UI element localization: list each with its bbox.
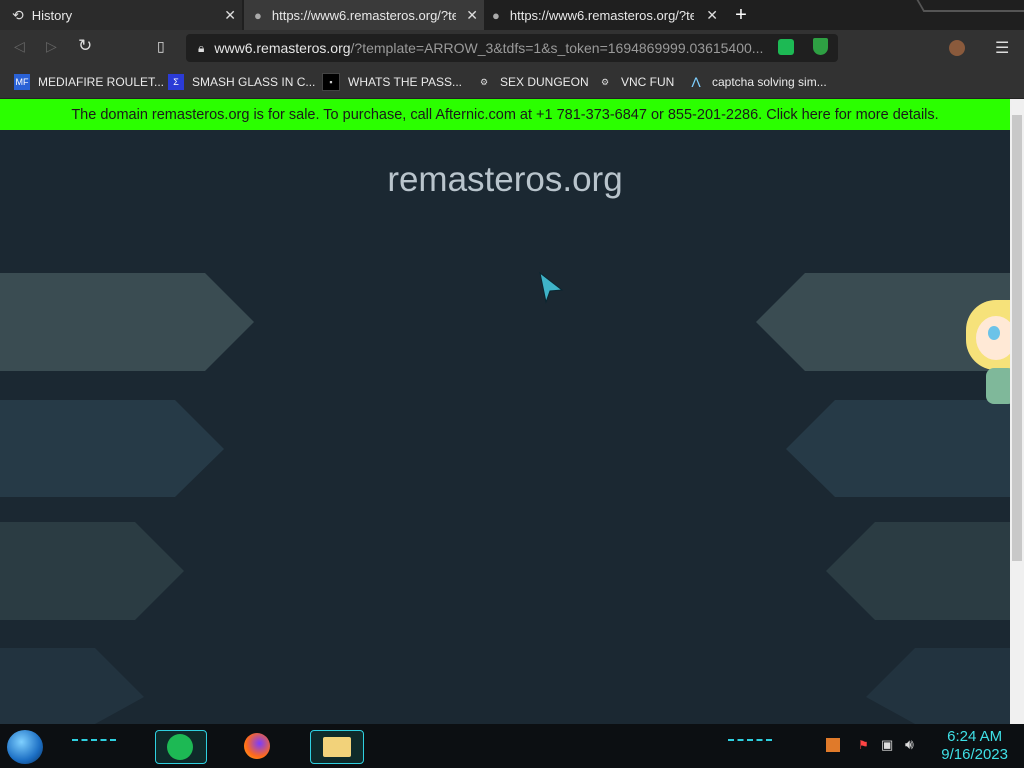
arrow-shape xyxy=(866,648,1010,724)
shield-icon[interactable] xyxy=(813,38,828,55)
forward-icon[interactable]: ▷ xyxy=(46,38,57,55)
tray-volume-icon[interactable]: 🔊︎ xyxy=(905,736,914,753)
bookmark-captcha[interactable]: Λ captcha solving sim... xyxy=(688,72,827,92)
bookmarks-bar: MF MEDIAFIRE ROULET... Σ SMASH GLASS IN … xyxy=(0,66,1024,99)
address-bar[interactable]: 🔒︎ www6.remasteros.org/?template=ARROW_3… xyxy=(186,34,838,62)
new-tab-button[interactable]: + xyxy=(731,5,751,25)
close-icon[interactable]: ✕ xyxy=(466,7,478,24)
taskbar-clock[interactable]: 6:24 AM 9/16/2023 xyxy=(941,728,1008,764)
bookmark-mediafire[interactable]: MF MEDIAFIRE ROULET... xyxy=(14,72,164,92)
bookmark-label: MEDIAFIRE ROULET... xyxy=(38,75,165,89)
tab-history[interactable]: ⟲ History ✕ xyxy=(0,0,242,30)
start-button[interactable] xyxy=(7,730,43,764)
arrow-shape xyxy=(826,522,1010,620)
address-domain: www6.remasteros.org xyxy=(214,40,351,56)
arrow-shape xyxy=(786,400,1010,497)
globe-icon: ● xyxy=(492,7,500,23)
explorer-task-button[interactable] xyxy=(310,730,364,764)
tab-bar: ⟲ History ✕ ● https://www6.remasteros.or… xyxy=(0,0,1024,30)
bookmark-vnc-fun[interactable]: ⚙ VNC FUN xyxy=(597,72,674,92)
clock-time: 6:24 AM xyxy=(947,728,1003,745)
firefox-task-button[interactable] xyxy=(240,729,274,763)
arrow-shape xyxy=(0,400,224,497)
bookmark-sex-dungeon[interactable]: ⚙ SEX DUNGEON xyxy=(476,72,589,92)
scrollbar[interactable] xyxy=(1010,99,1024,724)
bookmark-smash-glass[interactable]: Σ SMASH GLASS IN C... xyxy=(168,72,315,92)
domain-sale-banner[interactable]: The domain remasteros.org is for sale. T… xyxy=(0,99,1010,130)
folder-icon xyxy=(323,737,351,757)
clock-date: 9/16/2023 xyxy=(941,746,1008,763)
bookmark-label: SMASH GLASS IN C... xyxy=(192,75,316,89)
arrow-shape xyxy=(0,273,254,371)
globe-icon: ● xyxy=(254,7,262,23)
tray-error-icon[interactable]: ⚑ xyxy=(858,738,869,752)
lock-icon: 🔒︎ xyxy=(198,40,205,55)
tray-network-icon[interactable]: ▣ xyxy=(881,737,893,753)
bookmark-whats-the-pass[interactable]: ▪ WHATS THE PASS... xyxy=(322,72,462,92)
arrow-shape xyxy=(0,648,144,724)
avatar[interactable] xyxy=(949,40,965,56)
taskbar-deco-right xyxy=(728,739,772,747)
lambda-icon: Λ xyxy=(691,74,701,90)
mediafire-icon: MF xyxy=(14,74,30,90)
terminal-icon: ▪ xyxy=(322,73,340,91)
cursor-icon xyxy=(539,271,564,304)
taskbar-deco-left xyxy=(72,739,116,747)
tab-remasteros-1[interactable]: ● https://www6.remasteros.org/?tem ✕ xyxy=(244,0,484,30)
tab-title: https://www6.remasteros.org/?tem xyxy=(509,7,694,23)
tab-title: https://www6.remasteros.org/?tem xyxy=(271,7,456,23)
extension-icon-green[interactable] xyxy=(778,39,794,55)
bookmark-icon[interactable]: ▯ xyxy=(157,38,165,55)
taskbar: ⚑ ▣ 🔊︎ xyxy=(0,724,1024,768)
tray-flag-icon[interactable] xyxy=(826,738,840,752)
reload-icon[interactable]: ↻ xyxy=(78,36,92,56)
tab-remasteros-2[interactable]: ● https://www6.remasteros.org/?tem ✕ xyxy=(484,0,724,30)
close-icon[interactable]: ✕ xyxy=(706,7,718,24)
history-icon: ⟲ xyxy=(12,6,24,23)
bookmark-label: SEX DUNGEON xyxy=(500,75,589,89)
banner-text: The domain remasteros.org is for sale. T… xyxy=(71,106,939,123)
bookmark-label: captcha solving sim... xyxy=(712,75,827,89)
arrow-shape xyxy=(0,522,184,620)
scrollbar-thumb[interactable] xyxy=(1012,115,1022,561)
spotify-icon xyxy=(167,734,193,760)
badge-icon: ⚙ xyxy=(600,76,610,87)
back-icon[interactable]: ◁ xyxy=(14,38,25,55)
bookmark-label: VNC FUN xyxy=(621,75,675,89)
bookmark-label: WHATS THE PASS... xyxy=(348,75,463,89)
firefox-icon xyxy=(244,733,270,759)
window-controls xyxy=(916,0,1024,12)
page-content: remasteros.org xyxy=(0,130,1010,724)
tab-title: History xyxy=(31,7,73,23)
spotify-task-button[interactable] xyxy=(155,730,207,764)
badge-icon: ⚙ xyxy=(479,76,489,87)
address-path: /?template=ARROW_3&tdfs=1&s_token=169486… xyxy=(350,40,764,56)
close-icon[interactable]: ✕ xyxy=(224,7,236,24)
decorative-arrows xyxy=(0,271,1010,724)
glass-icon: Σ xyxy=(168,74,184,90)
menu-icon[interactable]: ☰ xyxy=(995,38,1009,58)
character-sticker xyxy=(962,294,1010,412)
